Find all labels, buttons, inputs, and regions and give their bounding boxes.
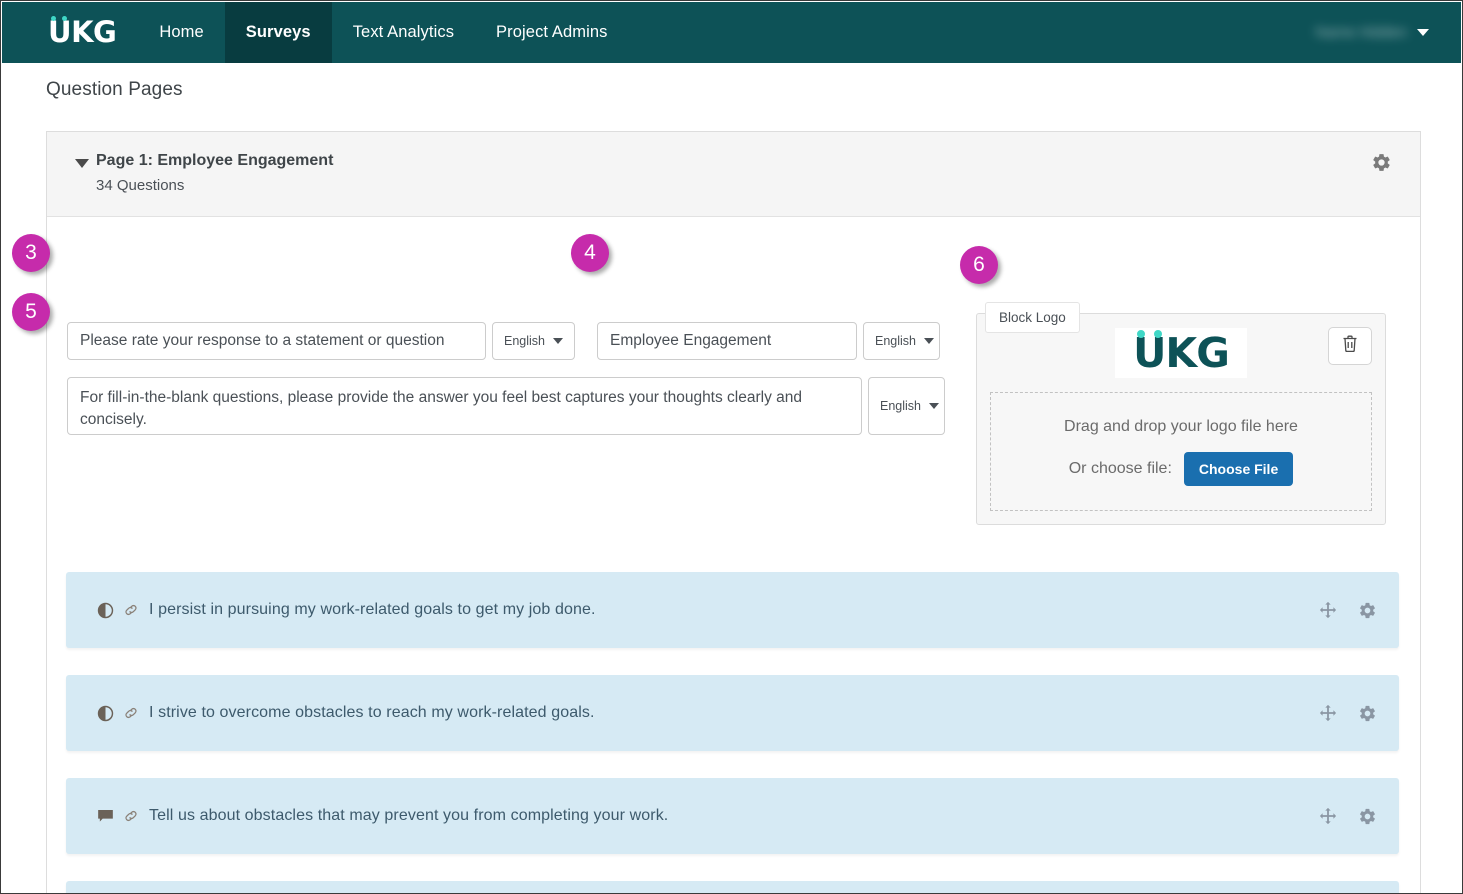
nav-item-home[interactable]: Home — [138, 2, 224, 63]
question-text: Tell us about obstacles that may prevent… — [149, 807, 669, 824]
chevron-down-icon — [553, 338, 563, 344]
nav-item-surveys[interactable]: Surveys — [224, 2, 332, 63]
page-card-question-count: 34 Questions — [96, 176, 185, 194]
nav-item-project-admins-label: Project Admins — [496, 23, 608, 41]
nav-item-home-label: Home — [159, 23, 204, 41]
page-title: Question Pages — [46, 79, 183, 100]
question-text: I strive to overcome obstacles to reach … — [149, 704, 595, 721]
caret-down-icon[interactable] — [75, 159, 89, 168]
question-list: I persist in pursuing my work-related go… — [66, 572, 1399, 893]
open-text-instructions-row: English — [67, 377, 945, 435]
gear-icon[interactable] — [1371, 152, 1392, 178]
choose-file-label: Or choose file: — [1068, 459, 1172, 477]
block-title-input[interactable] — [597, 322, 857, 360]
logo-dropzone[interactable]: Drag and drop your logo file here Or cho… — [990, 392, 1372, 511]
block-title-language-select[interactable]: English — [863, 322, 940, 360]
chevron-down-icon — [929, 403, 939, 409]
link-icon[interactable] — [123, 808, 139, 824]
callout-badge-6: 6 — [960, 246, 998, 284]
block-settings-area: English English English — [47, 217, 1420, 893]
delete-logo-button[interactable] — [1328, 327, 1372, 365]
open-text-instructions-language-value: English — [880, 399, 921, 413]
choose-file-button[interactable]: Choose File — [1183, 451, 1294, 486]
question-row[interactable]: I persist in pursuing my work-related go… — [66, 572, 1399, 648]
rating-scale-icon — [97, 602, 114, 619]
question-text: I persist in pursuing my work-related go… — [149, 601, 596, 618]
chevron-down-icon — [1417, 29, 1429, 36]
comment-icon — [97, 809, 114, 824]
callout-badge-3: 3 — [12, 234, 50, 272]
top-navigation-bar: UKG Home Surveys Text Analytics Project … — [2, 2, 1461, 63]
callout-badge-5: 5 — [12, 293, 50, 331]
logo-dot-right — [1154, 329, 1163, 338]
logo-letters-kg: KG — [71, 15, 117, 49]
question-actions — [1319, 807, 1377, 826]
gear-icon[interactable] — [1358, 807, 1377, 826]
dropzone-choose-row: Or choose file: Choose File — [1068, 451, 1294, 486]
block-logo-tab-label: Block Logo — [985, 302, 1080, 333]
logo-dot-left — [51, 16, 56, 21]
rating-instructions-row: English — [67, 322, 575, 360]
user-name: Name Hidden — [1315, 24, 1407, 41]
rating-instructions-language-value: English — [504, 334, 545, 348]
ukg-logo-mark-large: UKG — [1133, 329, 1230, 374]
rating-scale-icon — [97, 705, 114, 722]
trash-icon — [1342, 335, 1358, 358]
question-actions — [1319, 601, 1377, 620]
page-card-title: Page 1: Employee Engagement — [96, 152, 334, 169]
block-title-language-value: English — [875, 334, 916, 348]
question-page-card: Page 1: Employee Engagement 34 Questions… — [46, 131, 1421, 893]
ukg-logo[interactable]: UKG — [2, 2, 138, 63]
block-logo-panel: Block Logo UKG Drag and drop your logo f… — [976, 302, 1386, 525]
nav-item-surveys-label: Surveys — [245, 23, 311, 41]
logo-letters-kg: KG — [1165, 328, 1229, 377]
ukg-logo-mark: UKG — [48, 15, 117, 49]
logo-preview-image: UKG — [1115, 328, 1247, 378]
callout-badge-4: 4 — [571, 234, 609, 272]
rating-instructions-input[interactable] — [67, 322, 486, 360]
gear-icon[interactable] — [1358, 704, 1377, 723]
move-icon[interactable] — [1319, 601, 1337, 619]
question-row[interactable]: Tell us about obstacles that may prevent… — [66, 778, 1399, 854]
link-icon[interactable] — [123, 602, 139, 618]
nav-item-text-analytics[interactable]: Text Analytics — [332, 2, 475, 63]
logo-dot-left — [1137, 329, 1146, 338]
link-icon[interactable] — [123, 705, 139, 721]
logo-dot-right — [62, 16, 67, 21]
rating-instructions-language-select[interactable]: English — [492, 322, 575, 360]
open-text-instructions-input[interactable] — [67, 377, 862, 435]
question-actions — [1319, 704, 1377, 723]
nav-item-text-analytics-label: Text Analytics — [352, 23, 455, 41]
nav-item-project-admins[interactable]: Project Admins — [475, 2, 628, 63]
block-title-row: English — [597, 322, 940, 360]
dropzone-instruction: Drag and drop your logo file here — [1064, 417, 1298, 435]
page-card-header: Page 1: Employee Engagement 34 Questions — [47, 132, 1420, 217]
app-screenshot: UKG Home Surveys Text Analytics Project … — [0, 0, 1463, 894]
question-row[interactable]: I strive to overcome obstacles to reach … — [66, 675, 1399, 751]
chevron-down-icon — [924, 338, 934, 344]
user-menu[interactable]: Name Hidden — [1315, 2, 1461, 63]
move-icon[interactable] — [1319, 807, 1337, 825]
move-icon[interactable] — [1319, 704, 1337, 722]
open-text-instructions-language-select[interactable]: English — [868, 377, 945, 435]
question-row[interactable]: I can overcome distractions to focus on … — [66, 881, 1399, 893]
gear-icon[interactable] — [1358, 601, 1377, 620]
